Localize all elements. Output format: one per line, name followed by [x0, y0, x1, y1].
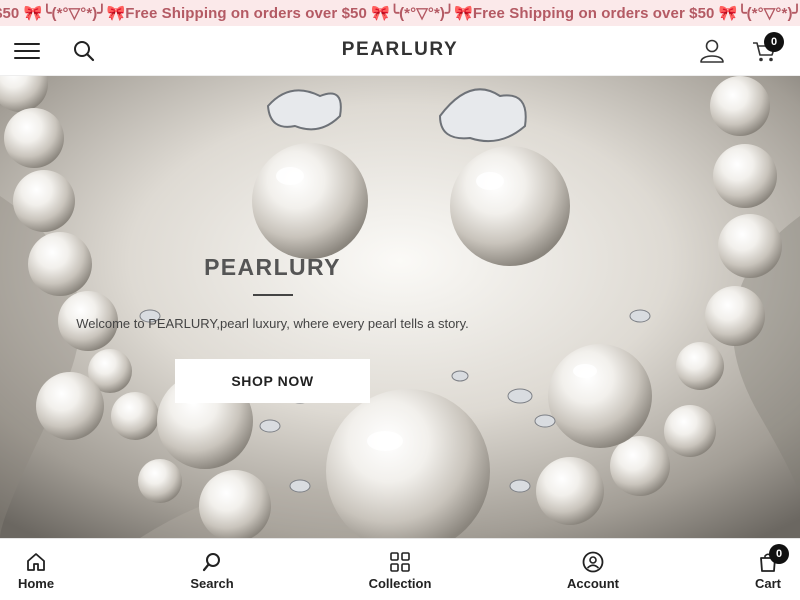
home-icon — [27, 553, 45, 571]
bottom-nav-search[interactable]: Search — [172, 539, 252, 600]
bottom-cart-count-badge: 0 — [769, 544, 789, 564]
bottom-nav-collection[interactable]: Collection — [355, 539, 445, 600]
bottom-nav-cart-label: Cart — [754, 576, 781, 591]
grid-icon — [390, 552, 410, 572]
hero-divider — [253, 294, 293, 296]
bottom-nav-search-label: Search — [190, 576, 234, 591]
shop-now-button[interactable]: SHOP NOW — [175, 359, 370, 403]
hero-title: PEARLURY — [204, 254, 341, 280]
bottom-nav: Home Search Collection Account Cart 0 — [0, 538, 800, 600]
cart-count-badge: 0 — [764, 32, 784, 52]
site-header: PEARLURY 0 — [0, 26, 800, 76]
bottom-nav-collection-label: Collection — [368, 576, 432, 591]
account-icon — [582, 551, 604, 573]
bottom-nav-account-label: Account — [567, 576, 619, 591]
cart-icon[interactable]: 0 — [751, 32, 784, 64]
hero-banner: PEARLURY Welcome to PEARLURY,pearl luxur… — [0, 76, 800, 538]
search-icon — [202, 553, 220, 572]
hero-subtitle: Welcome to PEARLURY,pearl luxury, where … — [76, 316, 469, 331]
bottom-nav-home-label: Home — [17, 576, 55, 591]
announcement-text: $50 🎀╰(*°▽°*)╯🎀Free Shipping on orders o… — [0, 5, 800, 22]
announcement-bar: $50 🎀╰(*°▽°*)╯🎀Free Shipping on orders o… — [0, 0, 800, 26]
bottom-nav-account[interactable]: Account — [553, 539, 633, 600]
account-icon[interactable] — [699, 38, 725, 64]
brand-logo[interactable]: PEARLURY — [0, 39, 800, 61]
hero-background-image — [0, 76, 800, 538]
bottom-nav-home[interactable]: Home — [0, 539, 72, 600]
